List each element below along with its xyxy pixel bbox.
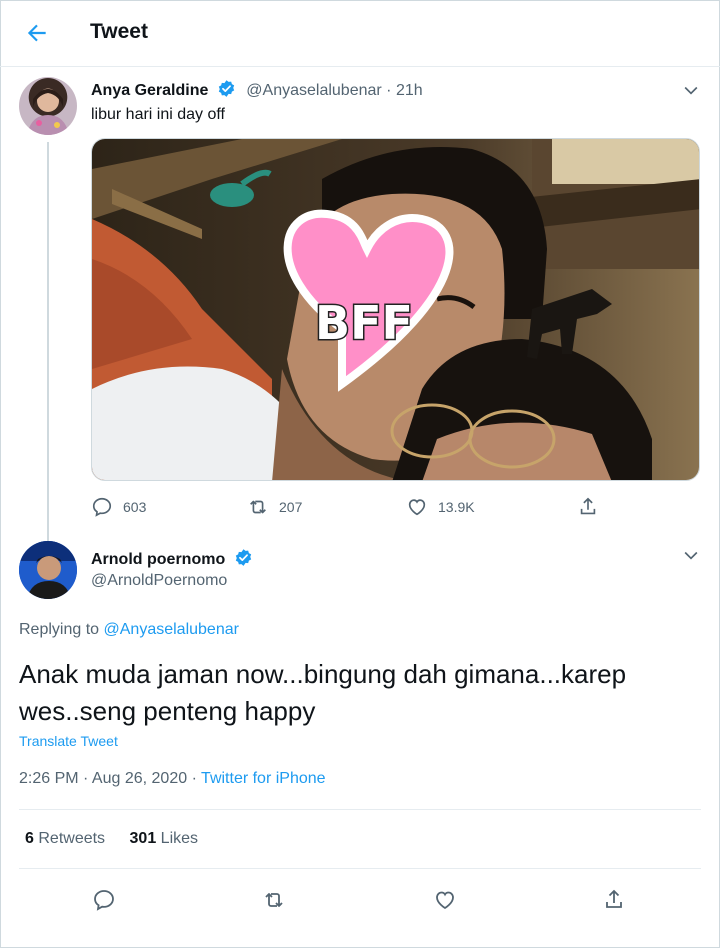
bff-sticker-text: BFF bbox=[315, 296, 413, 350]
reply-icon bbox=[92, 497, 112, 517]
engagement-stats: 6 Retweets 301 Likes bbox=[25, 830, 198, 848]
author-name[interactable]: Anya Geraldine bbox=[91, 82, 208, 99]
retweet-button[interactable]: 207 bbox=[247, 494, 302, 520]
share-button[interactable] bbox=[598, 884, 630, 916]
chevron-down-icon[interactable] bbox=[681, 80, 701, 100]
heart-icon bbox=[408, 499, 426, 516]
likes-stat[interactable]: 301 Likes bbox=[130, 830, 199, 847]
retweet-count: 207 bbox=[279, 499, 303, 515]
back-arrow-icon[interactable] bbox=[24, 20, 50, 46]
tweet-photo[interactable]: BFF bbox=[91, 138, 700, 481]
replying-to-link[interactable]: @Anyaselalubenar bbox=[104, 621, 239, 638]
replying-prefix: Replying to bbox=[19, 621, 104, 638]
share-icon bbox=[580, 497, 596, 515]
page-title: Tweet bbox=[90, 20, 148, 43]
tweet-meta: 2:26 PM · Aug 26, 2020 · Twitter for iPh… bbox=[19, 770, 326, 788]
reply-button[interactable] bbox=[88, 884, 120, 916]
retweet-button[interactable] bbox=[258, 884, 290, 916]
author-handle[interactable]: @Anyaselalubenar bbox=[246, 82, 381, 99]
top-bar: Tweet bbox=[0, 0, 720, 67]
verified-badge-icon bbox=[235, 549, 251, 566]
tweet-date[interactable]: 2:26 PM · Aug 26, 2020 · bbox=[19, 770, 201, 787]
tweet1-text: libur hari ini day off bbox=[91, 106, 225, 123]
tweet2-name-row: Arnold poernomo bbox=[91, 548, 253, 569]
share-button[interactable] bbox=[577, 494, 599, 520]
author-handle[interactable]: @ArnoldPoernomo bbox=[91, 572, 227, 590]
retweet-icon bbox=[265, 893, 283, 907]
like-count: 13.9K bbox=[438, 499, 475, 515]
tweet2-text: Anak muda jaman now...bingung dah gimana… bbox=[19, 659, 627, 726]
like-button[interactable] bbox=[429, 884, 461, 916]
replying-to: Replying to @Anyaselalubenar bbox=[19, 621, 239, 639]
retweets-stat[interactable]: 6 Retweets bbox=[25, 830, 105, 847]
reply-button[interactable]: 603 bbox=[91, 494, 146, 520]
reply-count: 603 bbox=[123, 499, 147, 515]
avatar-arnold[interactable] bbox=[19, 541, 77, 599]
thread-line bbox=[47, 142, 49, 552]
divider bbox=[19, 868, 701, 869]
avatar-anya[interactable] bbox=[19, 77, 77, 135]
tweet-time[interactable]: · 21h bbox=[386, 82, 422, 99]
like-button[interactable]: 13.9K bbox=[406, 494, 475, 520]
tweet1-actions: 603 207 13.9K bbox=[91, 494, 611, 520]
divider bbox=[19, 809, 701, 810]
tweet2-actions bbox=[0, 884, 720, 916]
retweet-icon bbox=[250, 500, 266, 514]
share-icon bbox=[606, 889, 622, 908]
translate-tweet-link[interactable]: Translate Tweet bbox=[19, 733, 118, 749]
reply-icon bbox=[94, 890, 114, 911]
tweet1-header: Anya Geraldine @Anyaselalubenar · 21h bbox=[91, 79, 423, 100]
tweet-source-link[interactable]: Twitter for iPhone bbox=[201, 770, 326, 787]
heart-icon bbox=[436, 891, 454, 910]
author-name[interactable]: Arnold poernomo bbox=[91, 551, 225, 568]
chevron-down-icon[interactable] bbox=[681, 545, 701, 565]
verified-badge-icon bbox=[218, 80, 235, 97]
